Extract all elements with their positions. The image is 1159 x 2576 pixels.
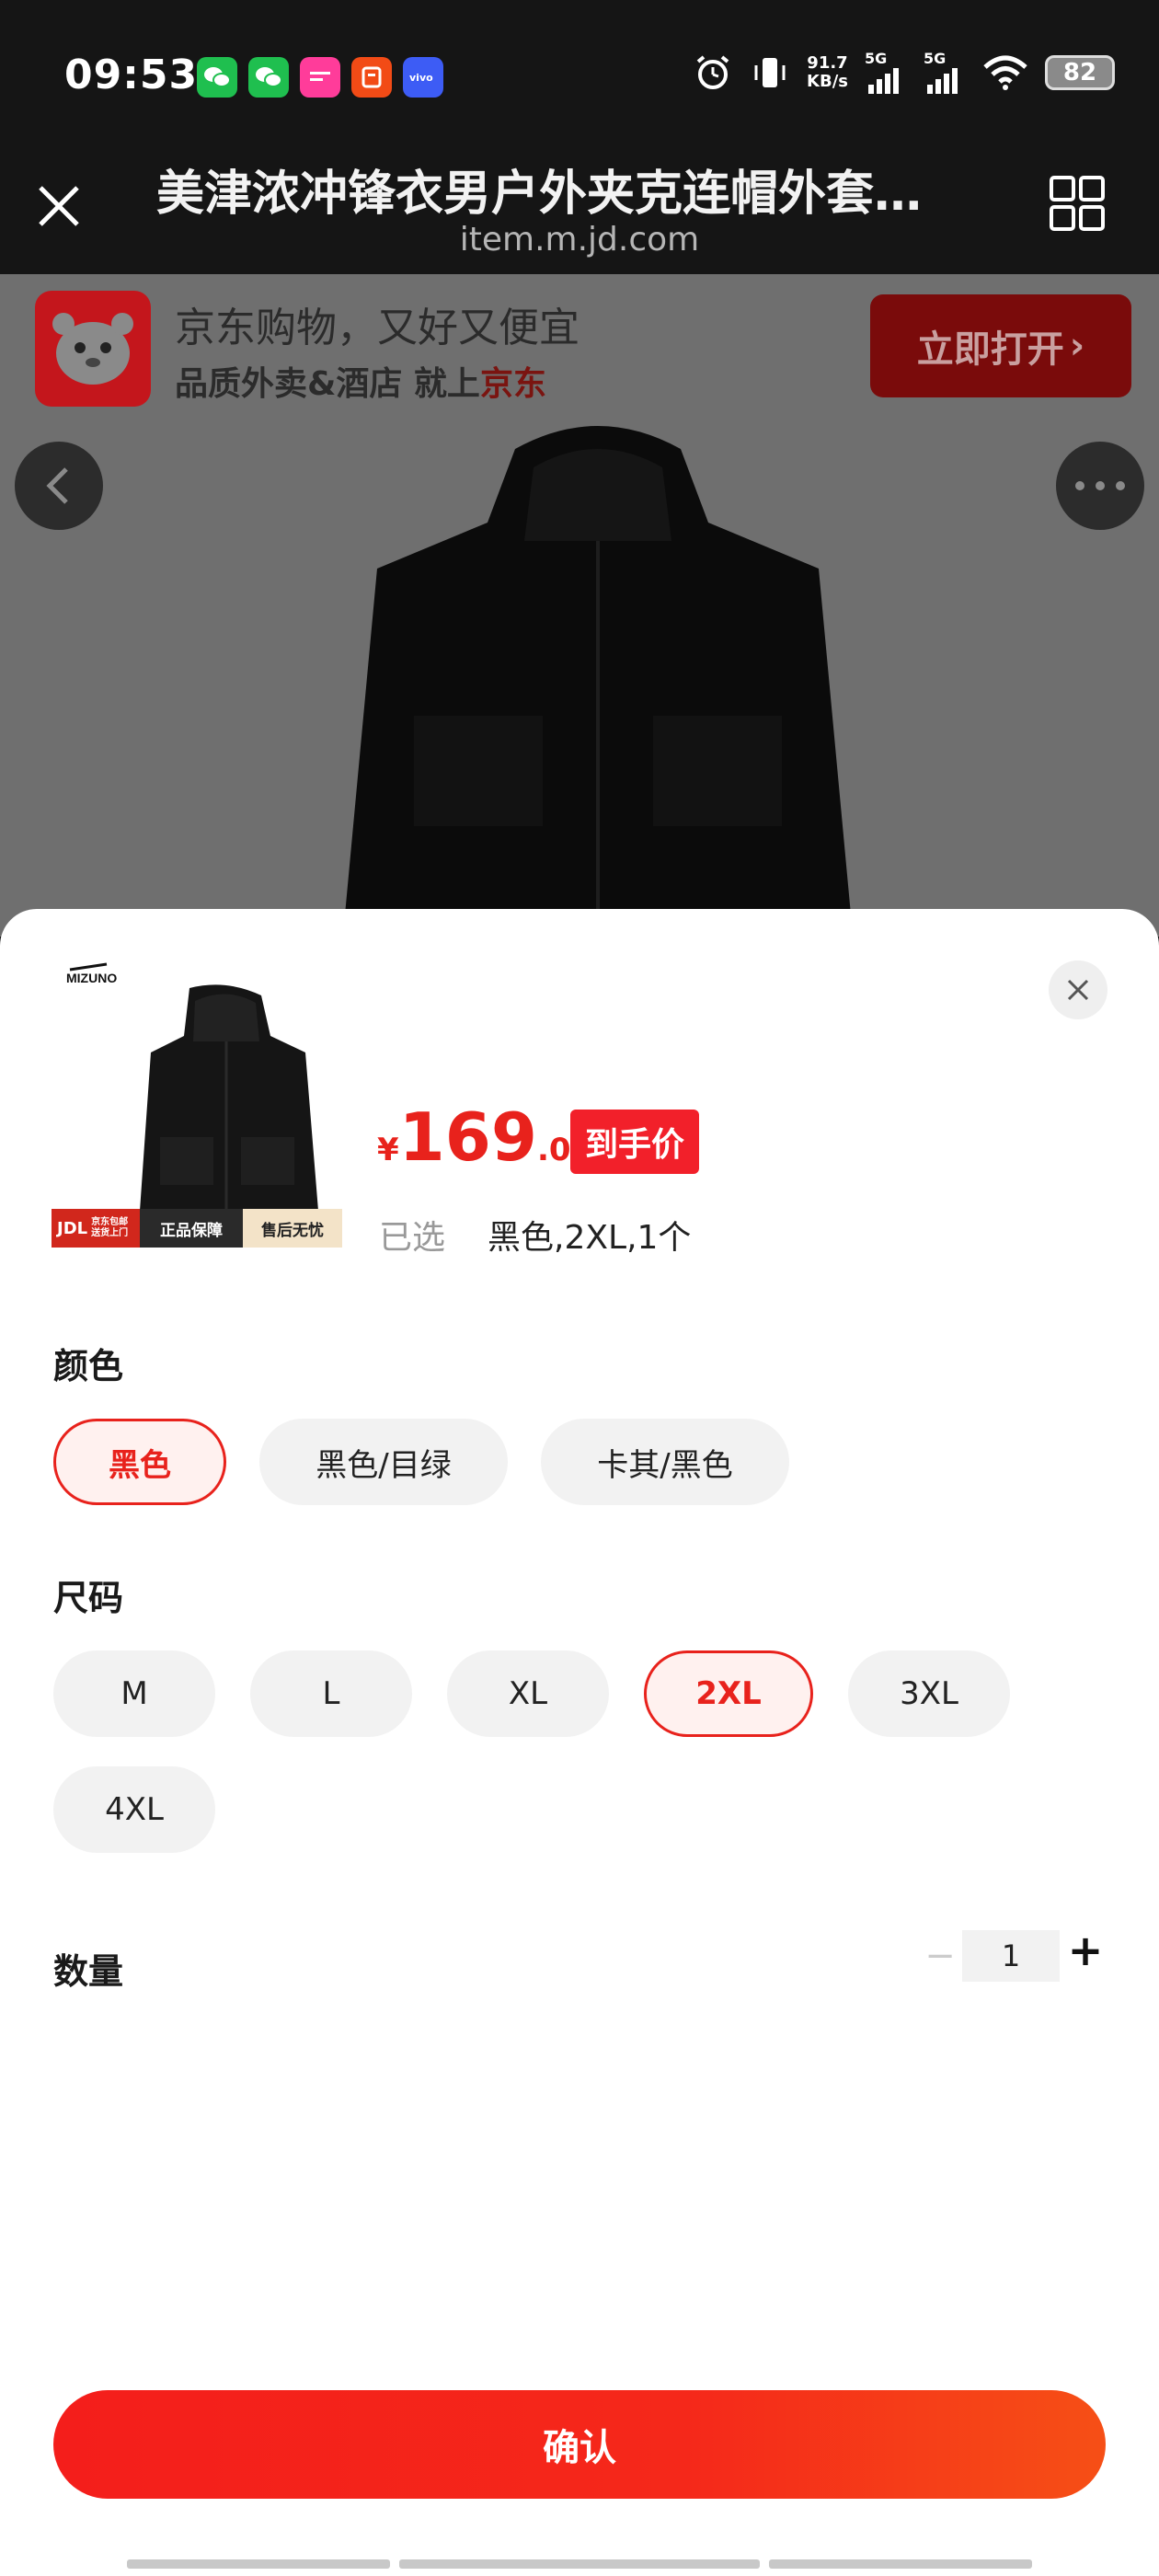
open-app-label: 立即打开 xyxy=(916,328,1064,371)
signal-2: 5G xyxy=(924,50,966,94)
wifi-icon xyxy=(983,55,1027,90)
page-url: item.m.jd.com xyxy=(459,221,700,259)
product-image xyxy=(342,426,854,937)
jdl-badge: JDL 京东包邮 送货上门 xyxy=(52,1209,140,1248)
browser-title-bar: 美津浓冲锋衣男户外夹克连帽外套… item.m.jd.com xyxy=(0,147,1159,274)
battery-indicator: 82 xyxy=(1045,55,1115,90)
quantity-section-title: 数量 xyxy=(53,1951,124,1992)
final-price-badge: 到手价 xyxy=(570,1110,699,1174)
quantity-decrease-button[interactable]: − xyxy=(924,1935,957,1977)
signal-2-label: 5G xyxy=(924,50,947,67)
size-option-3xl[interactable]: 3XL xyxy=(848,1650,1010,1737)
net-speed-value: 91.7 xyxy=(807,53,848,73)
vibrate-icon xyxy=(754,58,786,87)
alarm-icon xyxy=(696,55,729,89)
banner-subline: 品质外卖&酒店 就上京东 xyxy=(175,357,546,405)
vivo-icon: vivo xyxy=(403,57,443,98)
net-speed-unit: KB/s xyxy=(807,72,848,91)
wechat-icon xyxy=(248,57,289,98)
close-icon xyxy=(1067,979,1089,1001)
svg-text:vivo: vivo xyxy=(409,72,433,84)
quantity-increase-button[interactable]: + xyxy=(1067,1926,1104,1975)
quantity-input[interactable]: 1 xyxy=(962,1930,1060,1982)
color-option-black-green[interactable]: 黑色/目绿 xyxy=(259,1419,508,1505)
jdl-logo: JDL xyxy=(57,1218,88,1238)
signal-1: 5G xyxy=(865,50,907,94)
color-option-khaki-black[interactable]: 卡其/黑色 xyxy=(541,1419,789,1505)
chevron-right-icon: › xyxy=(1069,325,1085,367)
brand-logo: MIZUNO xyxy=(66,971,117,985)
vipshop-icon xyxy=(300,57,340,98)
manman-icon xyxy=(351,57,392,98)
product-thumbnail[interactable]: MIZUNO xyxy=(52,953,342,1244)
signal-bars-icon xyxy=(868,68,899,94)
color-option-black[interactable]: 黑色 xyxy=(53,1419,226,1505)
signal-1-label: 5G xyxy=(865,50,888,67)
jdl-line-2: 送货上门 xyxy=(91,1228,129,1238)
gesture-bar-segment xyxy=(127,2559,390,2569)
after-sale-badge: 售后无忧 xyxy=(243,1209,342,1248)
jd-logo-icon xyxy=(35,291,151,407)
notification-icons: vivo xyxy=(197,57,443,98)
net-speed: 91.7 KB/s xyxy=(807,54,848,91)
back-button[interactable] xyxy=(15,442,103,530)
banner-subline-text: 品质外卖&酒店 就上 xyxy=(175,365,480,403)
signal-bars-icon xyxy=(927,68,958,94)
status-bar: 09:53 vivo 91.7 KB/s 5G 5G 82 xyxy=(0,0,1159,147)
menu-grid-icon[interactable] xyxy=(1049,175,1106,232)
more-dots-icon xyxy=(1075,481,1125,490)
status-right: 91.7 KB/s 5G 5G 82 xyxy=(693,50,1115,94)
price: ¥169.00 xyxy=(377,1098,592,1176)
size-option-m[interactable]: M xyxy=(53,1650,215,1737)
selected-label: 已选 xyxy=(379,1219,446,1257)
jdl-line-1: 京东包邮 xyxy=(91,1217,129,1227)
size-option-2xl[interactable]: 2XL xyxy=(644,1650,813,1737)
chevron-left-icon xyxy=(46,467,68,504)
color-section-title: 颜色 xyxy=(53,1346,124,1386)
price-integer: 169 xyxy=(398,1098,537,1176)
wechat-icon xyxy=(197,57,237,98)
service-badges: JDL 京东包邮 送货上门 正品保障 售后无忧 xyxy=(52,1209,342,1248)
genuine-guarantee-badge: 正品保障 xyxy=(140,1209,243,1248)
banner-brand: 京东 xyxy=(479,365,546,403)
size-option-xl[interactable]: XL xyxy=(447,1650,609,1737)
banner-headline: 京东购物，又好又便宜 xyxy=(175,305,580,351)
sku-selection-sheet: MIZUNO JDL 京东包邮 送货上门 正品保障 售后无忧 ¥169.00 到… xyxy=(0,909,1159,2576)
more-button[interactable] xyxy=(1056,442,1144,530)
size-option-4xl[interactable]: 4XL xyxy=(53,1766,215,1853)
close-sheet-button[interactable] xyxy=(1049,960,1107,1019)
size-section-title: 尺码 xyxy=(53,1578,124,1618)
open-app-button[interactable]: 立即打开 › xyxy=(870,294,1131,397)
price-currency: ¥ xyxy=(377,1132,399,1168)
gesture-bar-segment xyxy=(769,2559,1032,2569)
size-option-l[interactable]: L xyxy=(250,1650,412,1737)
page-title: 美津浓冲锋衣男户外夹克连帽外套… xyxy=(156,167,923,222)
selected-value: 黑色,2XL,1个 xyxy=(488,1219,692,1257)
clock: 09:53 xyxy=(64,52,199,98)
gesture-bar-segment xyxy=(399,2559,760,2569)
product-page-background: 京东购物，又好又便宜 品质外卖&酒店 就上京东 立即打开 › xyxy=(0,274,1159,937)
confirm-button[interactable]: 确认 xyxy=(53,2390,1106,2499)
app-promo-banner: 京东购物，又好又便宜 品质外卖&酒店 就上京东 立即打开 › xyxy=(0,274,1159,421)
